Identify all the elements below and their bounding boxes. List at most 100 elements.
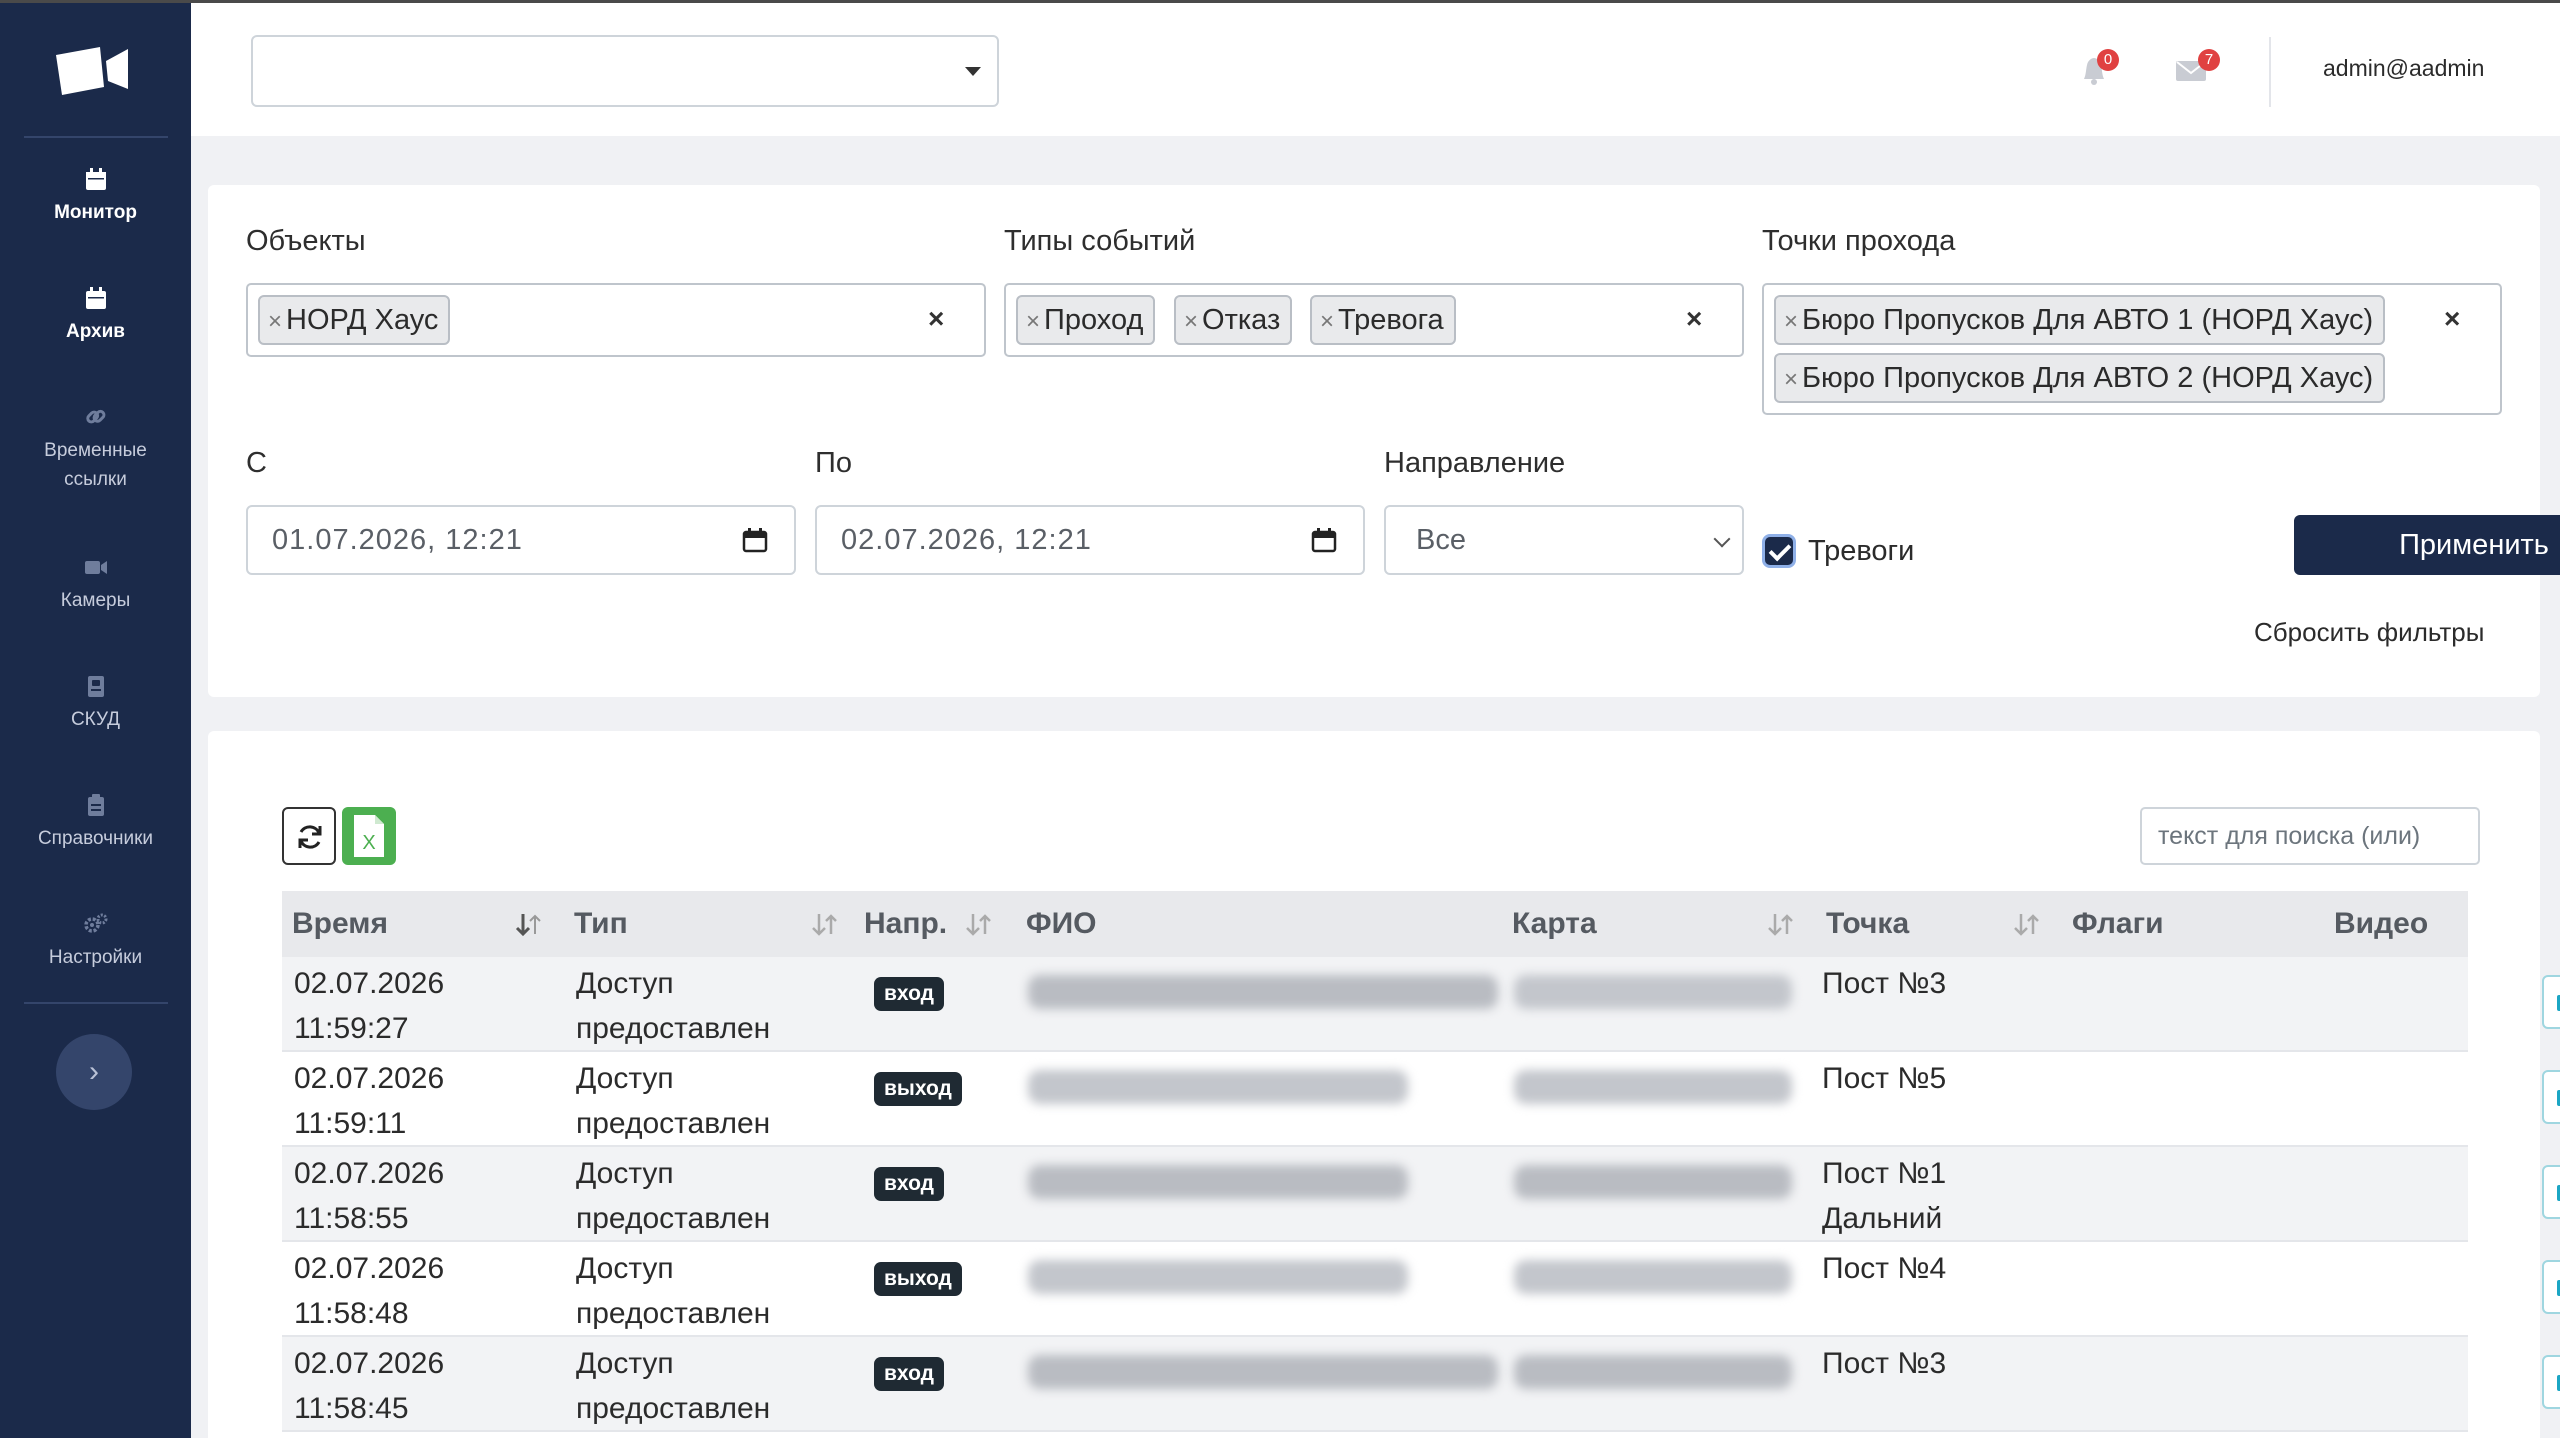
tag-event-type[interactable]: × Проход — [1016, 295, 1156, 345]
sidebar-item-label: Монитор — [54, 202, 137, 223]
video-camera-icon — [2557, 995, 2560, 1011]
direction-badge: выход — [874, 1072, 962, 1106]
user-menu[interactable]: admin@aadmin — [2323, 55, 2484, 82]
redacted-full-name — [1028, 1165, 1408, 1199]
remove-tag-icon[interactable]: × — [1026, 308, 1040, 335]
column-header-card[interactable]: Карта — [1512, 891, 1597, 957]
sidebar-item-label: Справочники — [37, 828, 154, 849]
play-video-button[interactable] — [2542, 1355, 2560, 1409]
refresh-icon — [298, 825, 322, 849]
sidebar-item-directories[interactable]: Справочники — [0, 792, 191, 853]
column-header-video[interactable]: Видео — [2334, 891, 2428, 957]
remove-tag-icon[interactable]: × — [268, 308, 282, 335]
column-header-type[interactable]: Тип — [574, 891, 628, 957]
sort-icon[interactable] — [810, 911, 840, 939]
table-row[interactable]: 02.07.2026 11:58:45 Доступ предоставлен вх… — [282, 1337, 2560, 1432]
date-to-input[interactable]: 02.07.2026, 12:21 — [815, 505, 1365, 575]
messages-badge: 7 — [2198, 49, 2220, 71]
sidebar-item-label: ссылки — [64, 469, 127, 490]
objects-select[interactable]: × НОРД Хаус × — [246, 283, 986, 357]
sidebar: Монитор Архив Временные ссылки Камеры СК… — [0, 3, 191, 1438]
video-camera-icon — [2557, 1375, 2560, 1391]
table-row[interactable]: 02.07.2026 11:59:27 Доступ предоставлен вх… — [282, 957, 2560, 1052]
notifications-badge: 0 — [2097, 49, 2119, 71]
play-video-button[interactable] — [2542, 1165, 2560, 1219]
sort-desc-icon[interactable] — [514, 911, 544, 939]
table-row[interactable]: 02.07.2026 11:58:48 Доступ предоставлен вы… — [282, 1242, 2560, 1337]
calendar-icon[interactable] — [742, 527, 768, 553]
tag-event-type[interactable]: × Тревога — [1310, 295, 1456, 345]
remove-tag-icon[interactable]: × — [1184, 308, 1198, 335]
sidebar-item-archive[interactable]: Архив — [0, 285, 191, 346]
column-header-direction[interactable]: Напр. — [864, 891, 947, 957]
tag-access-point[interactable]: × Бюро Пропусков Для АВТО 1 (НОРД Хаус) — [1774, 295, 2386, 345]
event-types-label: Типы событий — [1004, 225, 1196, 257]
redacted-full-name — [1028, 1260, 1408, 1294]
sidebar-item-monitor[interactable]: Монитор — [0, 166, 191, 227]
table-row[interactable]: 02.07.2026 11:59:11 Доступ предоставлен вы… — [282, 1052, 2560, 1147]
play-video-button[interactable] — [2542, 1070, 2560, 1124]
date-from-label: С — [246, 447, 267, 479]
sidebar-item-cameras[interactable]: Камеры — [0, 554, 191, 615]
video-camera-icon — [2557, 1280, 2560, 1296]
column-header-full-name[interactable]: ФИО — [1026, 891, 1097, 957]
sidebar-item-label: Настройки — [48, 947, 143, 968]
access-points-select[interactable]: × Бюро Пропусков Для АВТО 1 (НОРД Хаус) ×… — [1762, 283, 2502, 415]
remove-tag-icon[interactable]: × — [1320, 308, 1334, 335]
search-input[interactable]: текст для поиска (или) — [2140, 807, 2480, 865]
video-camera-icon — [2557, 1090, 2560, 1106]
direction-label: Направление — [1384, 447, 1566, 479]
redacted-card — [1514, 975, 1792, 1009]
sidebar-item-label: СКУД — [70, 709, 121, 730]
sidebar-toggle-button[interactable]: › — [56, 1034, 132, 1110]
tag-object[interactable]: × НОРД Хаус — [258, 295, 451, 345]
event-types-select[interactable]: × Проход × Отказ × Тревога × — [1004, 283, 1744, 357]
sidebar-item-label: Временные — [44, 440, 147, 461]
sidebar-item-label: Архив — [65, 321, 125, 342]
reset-filters-button[interactable]: Сбросить фильтры — [2254, 617, 2484, 648]
apply-filters-button[interactable]: Применить — [2294, 515, 2560, 575]
clear-objects-button[interactable]: × — [928, 303, 944, 335]
remove-tag-icon[interactable]: × — [1784, 308, 1798, 335]
export-excel-button[interactable]: X — [342, 807, 396, 865]
redacted-full-name — [1028, 1355, 1498, 1389]
redacted-card — [1514, 1355, 1792, 1389]
redacted-card — [1514, 1260, 1792, 1294]
play-video-button[interactable] — [2542, 975, 2560, 1029]
column-header-time[interactable]: Время — [292, 891, 388, 957]
tag-event-type[interactable]: × Отказ — [1174, 295, 1293, 345]
direction-badge: вход — [874, 1357, 944, 1391]
sort-icon[interactable] — [1766, 911, 1796, 939]
date-from-input[interactable]: 01.07.2026, 12:21 — [246, 505, 796, 575]
gears-icon — [83, 913, 107, 933]
access-points-label: Точки прохода — [1762, 225, 1956, 257]
excel-file-icon: X — [354, 815, 384, 857]
sidebar-item-temp-links[interactable]: Временные ссылки — [0, 404, 191, 494]
column-header-flags[interactable]: Флаги — [2072, 891, 2164, 957]
tag-access-point[interactable]: × Бюро Пропусков Для АВТО 2 (НОРД Хаус) — [1774, 353, 2386, 403]
table-row[interactable]: 02.07.2026 11:58:55 Доступ предоставлен вх… — [282, 1147, 2560, 1242]
alarms-checkbox[interactable] — [1762, 534, 1796, 568]
play-video-button[interactable] — [2542, 1260, 2560, 1314]
clear-access-points-button[interactable]: × — [2444, 303, 2460, 335]
chevron-right-icon: › — [89, 1055, 99, 1088]
column-header-point[interactable]: Точка — [1826, 891, 1909, 957]
remove-tag-icon[interactable]: × — [1784, 366, 1798, 393]
organization-select[interactable] — [251, 35, 999, 107]
app-logo-icon[interactable] — [52, 41, 132, 101]
sort-icon[interactable] — [964, 911, 994, 939]
sidebar-item-settings[interactable]: Настройки — [0, 911, 191, 972]
refresh-button[interactable] — [282, 807, 336, 865]
redacted-card — [1514, 1165, 1792, 1199]
calendar-icon[interactable] — [1311, 527, 1337, 553]
clear-event-types-button[interactable]: × — [1686, 303, 1702, 335]
sidebar-item-label: Камеры — [60, 590, 131, 611]
sidebar-item-access-control[interactable]: СКУД — [0, 673, 191, 734]
top-bar: 0 7 admin@aadmin — [191, 3, 2560, 136]
video-camera-icon — [2557, 1185, 2560, 1201]
sort-icon[interactable] — [2012, 911, 2042, 939]
redacted-full-name — [1028, 975, 1498, 1009]
direction-select[interactable]: Все — [1384, 505, 1744, 575]
alarms-checkbox-label[interactable]: Тревоги — [1808, 535, 1914, 568]
date-to-label: По — [815, 447, 852, 479]
